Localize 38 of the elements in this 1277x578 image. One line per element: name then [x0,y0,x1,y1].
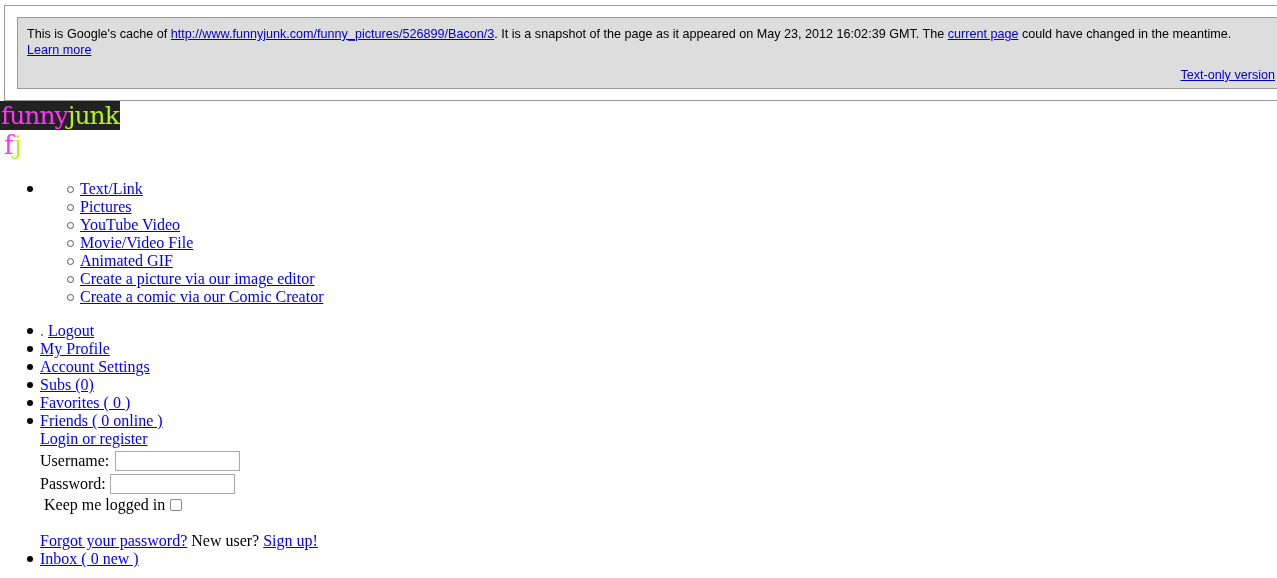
keep-logged-in-checkbox[interactable] [170,499,183,511]
user-menu-link[interactable]: Logout [48,322,95,340]
username-label: Username: [40,451,110,470]
upload-menu-link[interactable]: Create a comic via our Comic Creator [80,288,324,306]
upload-menu-link[interactable]: Pictures [80,198,132,216]
password-field[interactable] [109,473,235,494]
upload-menu-link[interactable]: Text/Link [80,180,143,198]
login-link[interactable]: Login or register [40,430,318,448]
bullet-icon [27,346,33,352]
bullet-icon [27,364,33,370]
bullet-icon [27,382,33,388]
inbox-link[interactable]: Inbox ( 0 new ) [40,550,139,568]
text-only-link[interactable]: Text-only version [1180,68,1275,82]
bullet-icon [27,400,33,406]
site-logo[interactable]: funnyjunk [0,101,120,130]
upload-menu-link[interactable]: Animated GIF [80,252,173,270]
new-user-text: New user? [191,532,260,550]
user-menu-link[interactable]: My Profile [40,340,110,358]
upload-menu-link[interactable]: Create a picture via our image editor [80,270,315,288]
bullet-icon [27,186,33,192]
sign-up-link[interactable]: Sign up! [263,532,318,550]
user-menu-link[interactable]: Friends ( 0 online ) [40,412,163,430]
upload-menu-link[interactable]: Movie/Video File [80,234,194,252]
current-page-link[interactable]: current page [947,27,1019,41]
cache-notice-text: This is Google's cache of http://www.funnyjunk.com/funny_pictures/526899/Bacon/3. It is a snapshot of the page as it appeared on May 23, 2012 16:02:39 GMT. The current page could have changed in the meantime. Learn more [27,26,1233,58]
user-menu-link[interactable]: Favorites ( 0 ) [40,394,131,412]
password-label: Password: [40,474,106,493]
upload-menu-link[interactable]: YouTube Video [80,216,181,234]
bullet-icon [27,556,33,562]
username-field[interactable] [115,450,241,471]
bullet-icon [27,418,33,424]
forgot-password-link[interactable]: Forgot your password? [40,532,188,550]
keep-logged-in-label: Keep me logged in [44,496,166,514]
dot-text: . [40,322,44,340]
bullet-icon [27,328,33,334]
user-menu-link[interactable]: Account Settings [40,358,150,376]
user-menu-link[interactable]: Subs (0) [40,376,94,394]
learn-more-link[interactable]: Learn more [27,43,92,57]
